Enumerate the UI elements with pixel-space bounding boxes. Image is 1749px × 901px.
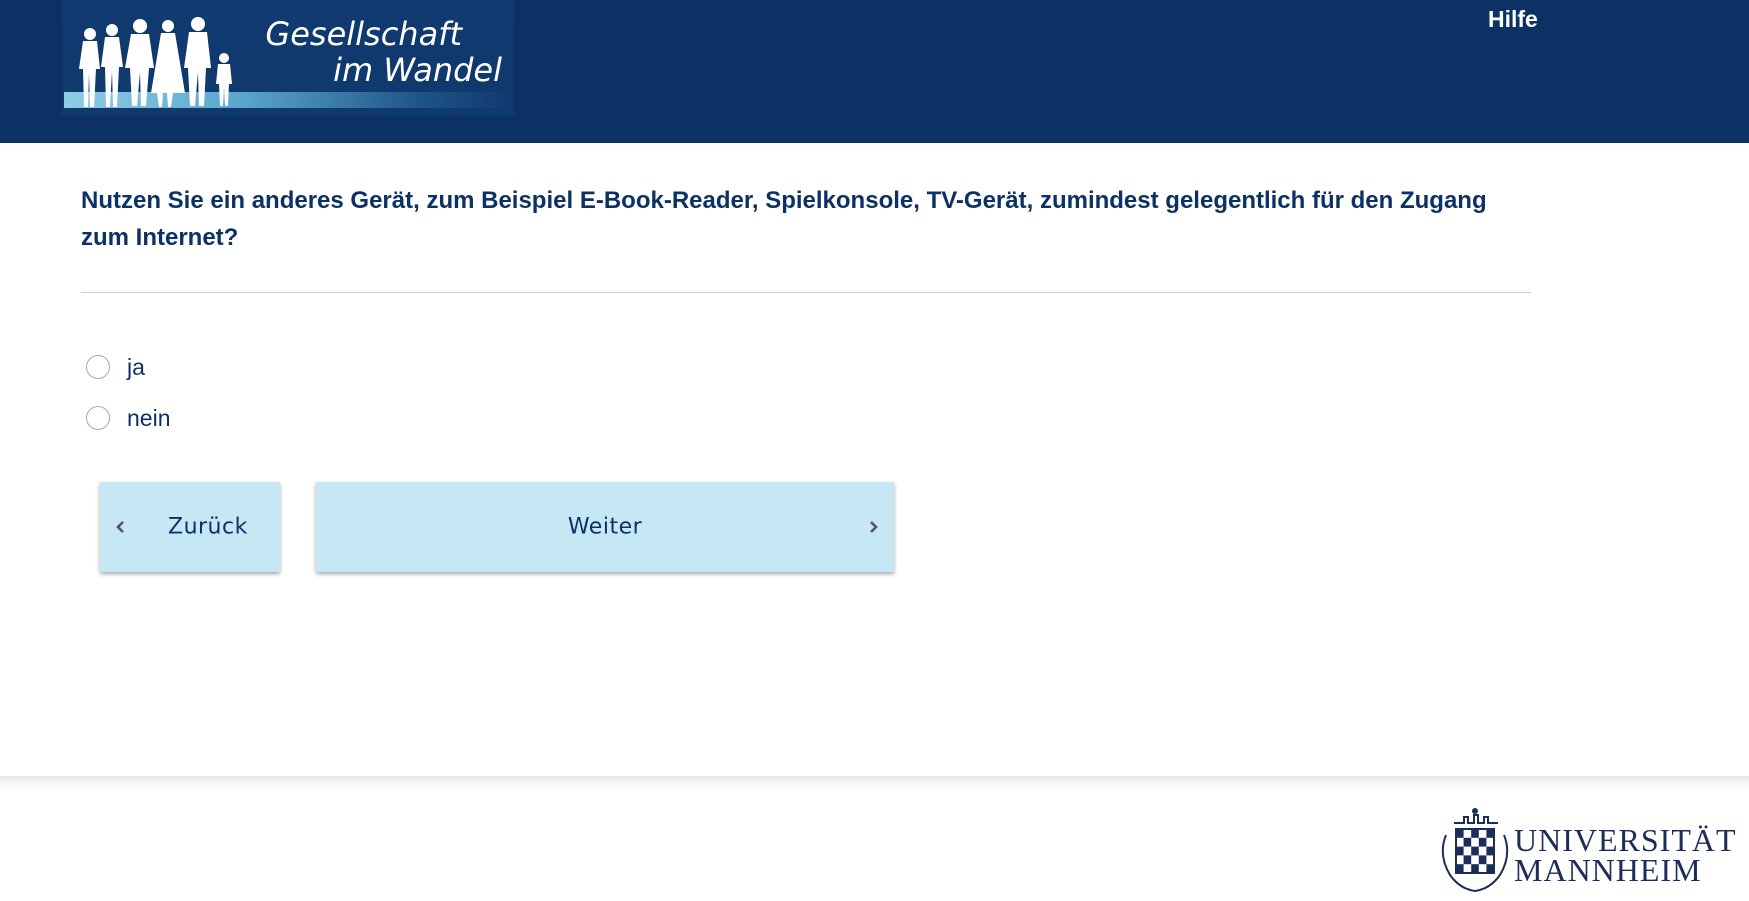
university-crest-icon bbox=[1441, 808, 1509, 893]
option-label-ja: ja bbox=[127, 353, 145, 380]
header-bar: Gesellschaft im Wandel Hilfe bbox=[0, 0, 1749, 143]
footer-divider bbox=[0, 776, 1749, 790]
university-line-2: MANNHEIM bbox=[1514, 852, 1702, 888]
question-text: Nutzen Sie ein anderes Gerät, zum Beispi… bbox=[81, 187, 1487, 251]
option-ja[interactable]: ja bbox=[86, 352, 145, 382]
back-button-label: Zurück bbox=[168, 514, 248, 540]
next-button[interactable]: Weiter bbox=[316, 482, 894, 572]
logo-line-2: im Wandel bbox=[333, 51, 502, 89]
logo-wordmark: Gesellschaft im Wandel bbox=[262, 16, 502, 88]
university-logo: UNIVERSITÄT MANNHEIM bbox=[1436, 805, 1742, 893]
option-label-nein: nein bbox=[127, 404, 171, 431]
radio-button-nein[interactable] bbox=[86, 406, 110, 430]
chevron-left-icon bbox=[116, 521, 124, 533]
chevron-right-icon bbox=[870, 521, 878, 533]
help-link[interactable]: Hilfe bbox=[1488, 6, 1538, 33]
university-line-1: UNIVERSITÄT bbox=[1514, 822, 1737, 858]
radio-button-ja[interactable] bbox=[86, 355, 110, 379]
logo-line-1: Gesellschaft bbox=[265, 15, 462, 53]
people-silhouette-icon bbox=[79, 17, 232, 107]
back-button[interactable]: Zurück bbox=[100, 482, 280, 572]
survey-logo: Gesellschaft im Wandel bbox=[62, 0, 514, 116]
university-wordmark: UNIVERSITÄT MANNHEIM bbox=[1514, 822, 1737, 888]
next-button-label: Weiter bbox=[567, 514, 643, 540]
option-nein[interactable]: nein bbox=[86, 403, 170, 433]
divider bbox=[81, 292, 1531, 293]
